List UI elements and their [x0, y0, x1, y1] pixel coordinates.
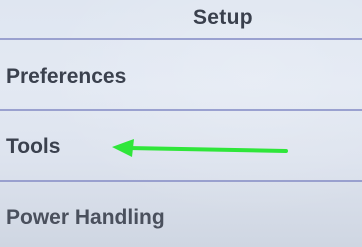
- device-screen: Setup Preferences Tools Power Handling: [0, 0, 362, 247]
- menu-item-label: Tools: [6, 135, 61, 158]
- menu-item-tools[interactable]: Tools: [0, 111, 362, 179]
- menu-item-power-handling[interactable]: Power Handling: [0, 182, 362, 247]
- menu-item-preferences[interactable]: Preferences: [0, 40, 362, 108]
- setup-menu: Preferences Tools Power Handling: [0, 0, 362, 247]
- menu-item-label: Power Handling: [6, 206, 165, 229]
- menu-item-label: Preferences: [6, 65, 127, 88]
